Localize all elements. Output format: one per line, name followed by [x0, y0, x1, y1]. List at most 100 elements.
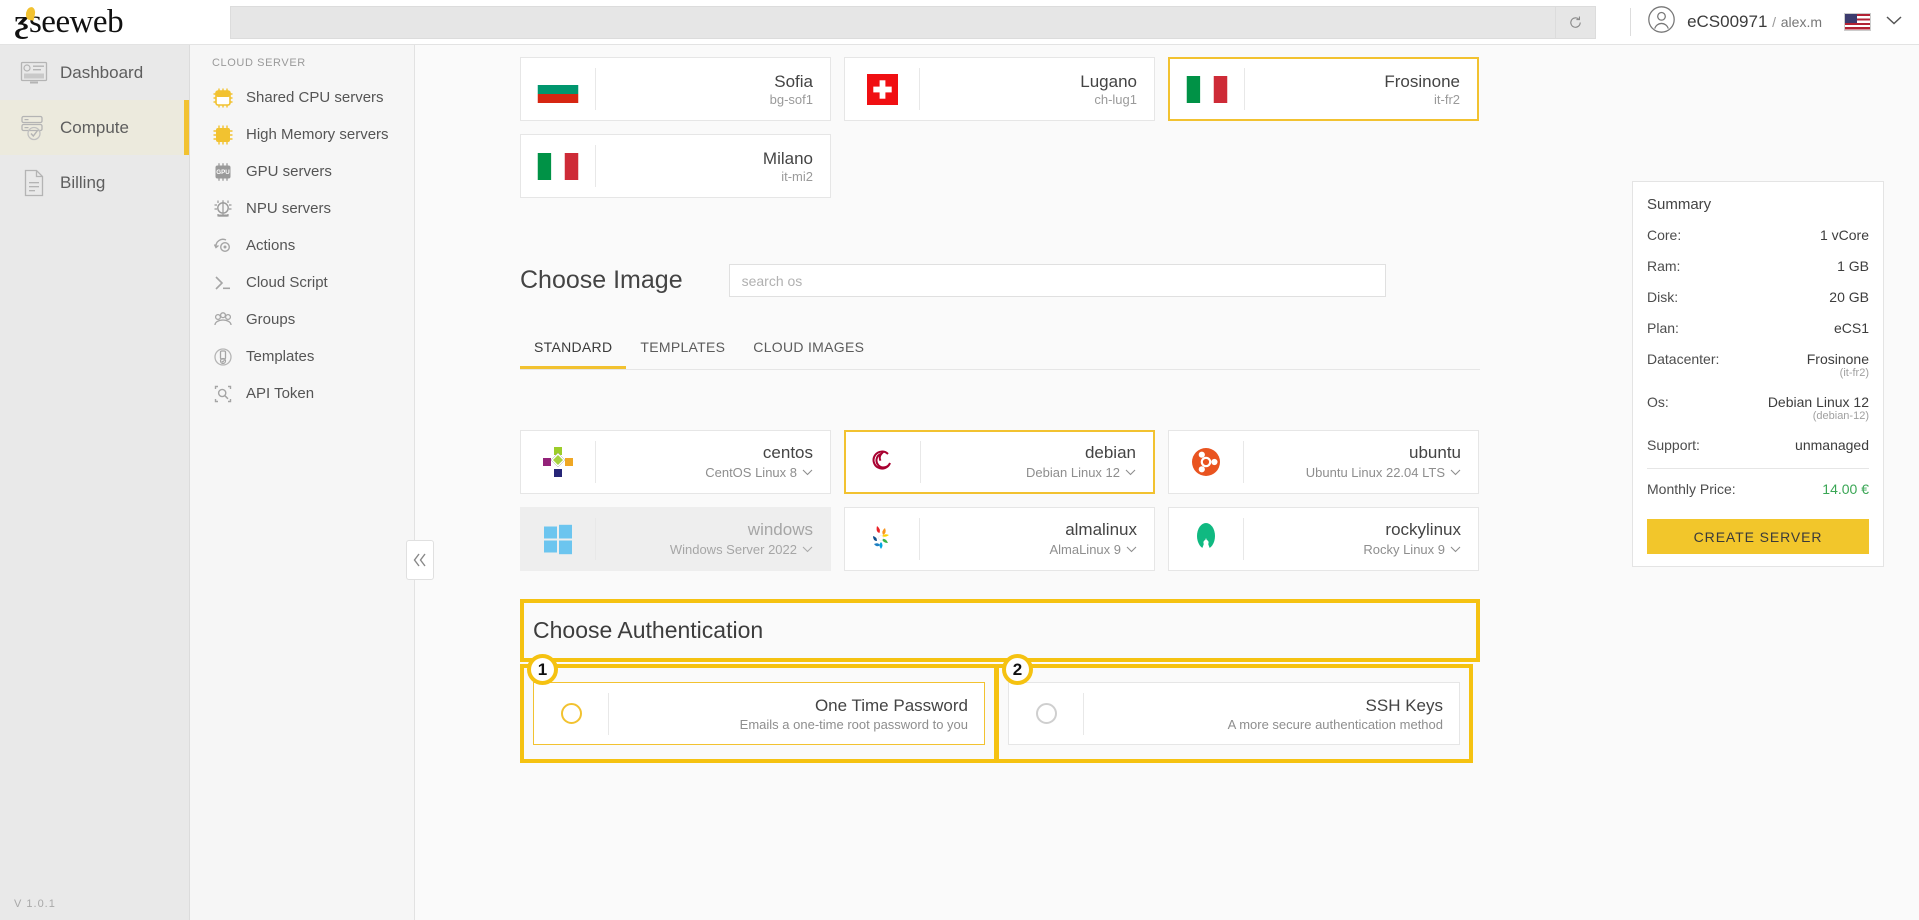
- os-version: CentOS Linux 8: [705, 464, 797, 480]
- windows-logo-icon: [521, 523, 595, 555]
- avatar[interactable]: [1647, 5, 1676, 39]
- os-version: Ubuntu Linux 22.04 LTS: [1305, 464, 1445, 480]
- os-name: debian: [1084, 443, 1136, 463]
- price-value: 14.00 €: [1822, 481, 1869, 497]
- os-search-input[interactable]: [741, 272, 1385, 289]
- logo[interactable]: ƺ seeweb: [0, 5, 190, 39]
- os-version-selector[interactable]: AlmaLinux 9: [1049, 542, 1137, 557]
- summary-value: Frosinone: [1806, 351, 1869, 367]
- global-search[interactable]: [230, 5, 1557, 39]
- subnav-title: CLOUD SERVER: [212, 57, 306, 69]
- section-title: Choose Authentication: [533, 617, 764, 643]
- os-card-ubuntu[interactable]: ubuntu Ubuntu Linux 22.04 LTS: [1168, 430, 1479, 494]
- summary-label: Datacenter:: [1647, 351, 1720, 367]
- sidebar-item-cloud-script[interactable]: Cloud Script: [190, 264, 414, 301]
- summary-value: 1 GB: [1837, 258, 1869, 274]
- account-id: eCS00971: [1687, 12, 1768, 31]
- sidebar-collapse-button[interactable]: [406, 540, 434, 580]
- datacenter-city: Sofia: [774, 71, 813, 91]
- double-chevron-left-icon: [413, 553, 426, 567]
- choose-image-header: Choose Image: [520, 264, 1480, 297]
- it-flag-icon: [1170, 75, 1244, 103]
- document-icon: [12, 169, 56, 197]
- sidebar-item-shared-cpu-servers[interactable]: Shared CPU servers: [190, 79, 414, 116]
- auth-option-name: One Time Password: [814, 695, 968, 715]
- us-flag-icon[interactable]: [1844, 13, 1871, 31]
- os-version-selector[interactable]: CentOS Linux 8: [705, 465, 813, 480]
- radio-button-icon: [560, 703, 582, 724]
- datacenter-city: Frosinone: [1384, 71, 1460, 91]
- divider: [1647, 468, 1869, 469]
- summary-value: Debian Linux 12: [1767, 394, 1869, 410]
- chevron-down-icon: [1886, 16, 1902, 25]
- tab-templates[interactable]: TEMPLATES: [626, 339, 739, 369]
- sidebar-item-npu-servers[interactable]: NPU servers: [190, 190, 414, 227]
- account-label[interactable]: eCS00971 / alex.m: [1687, 12, 1822, 32]
- os-search[interactable]: [728, 264, 1386, 297]
- sidebar-item-groups[interactable]: Groups: [190, 301, 414, 338]
- divider: [1630, 8, 1632, 36]
- datacenter-card-sofia[interactable]: Sofia bg-sof1: [520, 57, 831, 121]
- auth-card-one-time-password[interactable]: One Time Password Emails a one-time root…: [533, 682, 985, 745]
- sidebar-item-label: Actions: [246, 237, 296, 254]
- sidebar-item-billing[interactable]: Billing: [0, 155, 189, 210]
- language-chevron[interactable]: [1885, 13, 1903, 31]
- sidebar-item-label: Groups: [246, 311, 296, 328]
- auth-option-name: SSH Keys: [1365, 695, 1443, 715]
- summary-value: 20 GB: [1829, 289, 1869, 305]
- create-server-button[interactable]: CREATE SERVER: [1647, 519, 1869, 554]
- os-version-selector[interactable]: Windows Server 2022: [670, 542, 813, 557]
- os-card-almalinux[interactable]: almalinux AlmaLinux 9: [844, 507, 1155, 571]
- datacenter-card-lugano[interactable]: Lugano ch-lug1: [844, 57, 1155, 121]
- main-content: Sofia bg-sof1 Lugano ch-lug1 Frosinone i…: [415, 45, 1919, 920]
- sidebar-item-actions[interactable]: Actions: [190, 227, 414, 264]
- summary-label: Core:: [1647, 227, 1682, 243]
- auth-radio-ssh[interactable]: [1009, 703, 1083, 724]
- sidebar-item-api-token[interactable]: API Token: [190, 375, 414, 412]
- top-bar: ƺ seeweb eCS00971 / alex.m: [0, 0, 1919, 45]
- os-name: centos: [762, 443, 813, 463]
- os-name: ubuntu: [1409, 443, 1461, 463]
- summary-heading: Summary: [1647, 196, 1712, 213]
- datacenter-city: Milano: [762, 148, 813, 168]
- auth-annotation-2: 2 SSH Keys A more secure authentication …: [995, 654, 1473, 763]
- app-root: ƺ seeweb eCS00971 / alex.m Dashboard Com…: [0, 0, 1919, 920]
- auth-radio-otp[interactable]: [534, 703, 608, 724]
- sidebar-item-label: Templates: [246, 348, 315, 365]
- npu-chip-icon: [212, 198, 242, 220]
- summary-label: Os:: [1647, 394, 1669, 410]
- ch-flag-icon: [845, 73, 919, 105]
- ubuntu-logo-icon: [1169, 445, 1243, 479]
- sidebar-item-high-memory-servers[interactable]: High Memory servers: [190, 116, 414, 153]
- tab-standard[interactable]: STANDARD: [520, 339, 627, 369]
- datacenter-card-milano[interactable]: Milano it-mi2: [520, 134, 831, 198]
- logo-mark-icon: ƺ: [14, 5, 37, 39]
- sidebar-item-templates[interactable]: Templates: [190, 338, 414, 375]
- os-version: Rocky Linux 9: [1363, 541, 1445, 557]
- sidebar-item-dashboard[interactable]: Dashboard: [0, 45, 189, 100]
- choose-auth-section: Choose Authentication 1 One Time Passwor…: [520, 599, 1480, 763]
- os-card-debian[interactable]: debian Debian Linux 12: [844, 430, 1155, 494]
- datacenter-grid: Sofia bg-sof1 Lugano ch-lug1 Frosinone i…: [520, 45, 1480, 198]
- api-token-icon: [212, 383, 242, 405]
- os-card-windows[interactable]: windows Windows Server 2022: [520, 507, 831, 571]
- os-version-selector[interactable]: Ubuntu Linux 22.04 LTS: [1306, 465, 1461, 480]
- sidebar-item-label: Dashboard: [60, 62, 144, 82]
- datacenter-card-frosinone[interactable]: Frosinone it-fr2: [1168, 57, 1479, 121]
- body: Dashboard Compute Billing V 1.0.1 CLOUD …: [0, 45, 1919, 920]
- auth-options-row: 1 One Time Password Emails a one-time ro…: [520, 654, 1480, 763]
- global-search-input[interactable]: [241, 14, 1556, 30]
- summary-label: Ram:: [1647, 258, 1681, 274]
- reload-button[interactable]: [1556, 5, 1597, 39]
- os-version-selector[interactable]: Debian Linux 12: [1026, 465, 1136, 480]
- datacenter-code: ch-lug1: [1094, 92, 1137, 108]
- datacenter-code: bg-sof1: [769, 92, 813, 108]
- os-card-centos[interactable]: centos CentOS Linux 8: [520, 430, 831, 494]
- tab-cloud-images[interactable]: CLOUD IMAGES: [739, 339, 878, 369]
- sidebar-item-gpu-servers[interactable]: GPU GPU servers: [190, 153, 414, 190]
- image-tabs: STANDARD TEMPLATES CLOUD IMAGES: [520, 339, 1480, 370]
- auth-card-ssh-keys[interactable]: SSH Keys A more secure authentication me…: [1008, 682, 1460, 745]
- os-version-selector[interactable]: Rocky Linux 9: [1363, 542, 1461, 557]
- sidebar-item-compute[interactable]: Compute: [0, 100, 189, 155]
- os-card-rockylinux[interactable]: rockylinux Rocky Linux 9: [1168, 507, 1479, 571]
